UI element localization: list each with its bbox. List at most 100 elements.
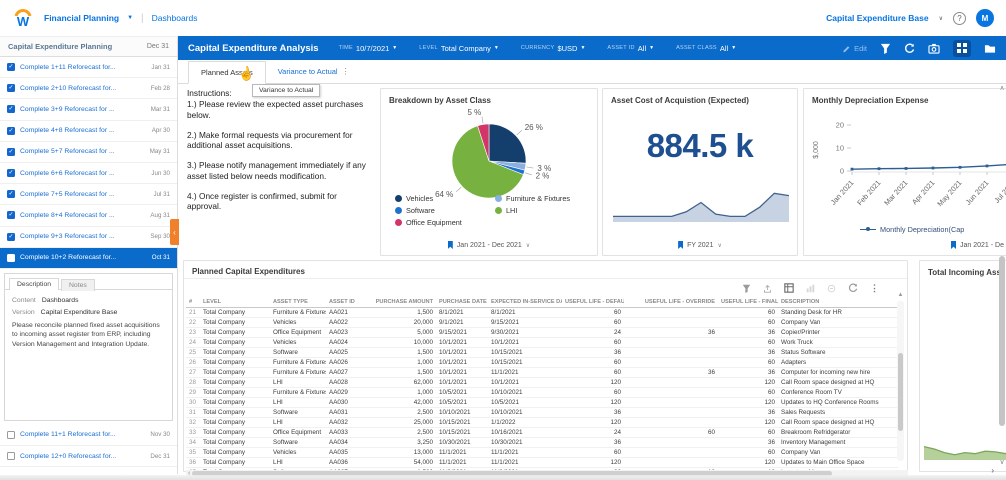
line-chart[interactable]: 20 10 0 $,000 Jan 2021 Feb 2021 Mar 2021 Apr 20…: [804, 105, 1006, 223]
task-item[interactable]: ✓ Complete 5+7 Reforecast for ... May 31: [0, 141, 177, 163]
refresh-icon[interactable]: [904, 43, 915, 54]
task-checkbox[interactable]: ✓: [7, 211, 15, 220]
table-row[interactable]: 24 Total Company Vehicles AA024 10,000 10/1/2…: [186, 337, 898, 348]
column-header[interactable]: LEVEL: [200, 297, 270, 308]
avatar[interactable]: M: [976, 9, 994, 27]
table-row[interactable]: 23 Total Company Office Equipment AA023 5,00…: [186, 327, 898, 338]
pie-chart[interactable]: 26 %3 %2 %64 %5 %: [381, 105, 599, 205]
task-checkbox[interactable]: [7, 253, 15, 262]
task-checkbox[interactable]: ✓: [7, 232, 15, 241]
task-checkbox[interactable]: ✓: [7, 105, 15, 114]
table-row[interactable]: 29 Total Company Furniture & Fixtures AA029…: [186, 387, 898, 398]
task-item[interactable]: ✓ Complete 2+10 Reforecast for... Feb 28: [0, 78, 177, 100]
time-filter[interactable]: Jan 2021 - Dec 2021 ∨: [381, 241, 597, 249]
refresh-icon[interactable]: [848, 283, 858, 293]
task-item[interactable]: ✓ Complete 1+11 Reforecast for... Jan 31: [0, 57, 177, 79]
task-checkbox[interactable]: ✓: [7, 84, 15, 93]
app-window: W Financial Planning ▼ | Dashboards Capi…: [0, 0, 1006, 480]
task-checkbox[interactable]: ✓: [7, 63, 15, 72]
time-filter[interactable]: FY 2021 ∨: [603, 241, 797, 249]
page-vertical-scrollbar[interactable]: ∧ ∨: [998, 84, 1006, 466]
table-cell: 36: [562, 347, 624, 358]
camera-icon[interactable]: [928, 43, 940, 54]
link-icon[interactable]: [827, 284, 836, 293]
scroll-down-icon[interactable]: ∨: [998, 458, 1006, 466]
filter-currency[interactable]: CURRENCY $USD ▼: [521, 44, 586, 53]
table-row[interactable]: 30 Total Company LHI AA030 42,000 10/5/2021 10…: [186, 397, 898, 408]
column-header[interactable]: ASSET TYPE: [270, 297, 326, 308]
tab-variance-to-actual[interactable]: Variance to Actual ⋮: [266, 60, 362, 83]
column-header[interactable]: ASSET ID: [326, 297, 364, 308]
table-cell: 10/5/2021: [488, 397, 562, 408]
column-header[interactable]: PURCHASE AMOUNT: [364, 297, 436, 308]
time-filter[interactable]: Jan 2021 - De: [804, 241, 1006, 249]
filter-asset-id[interactable]: ASSET ID All ▼: [607, 44, 654, 53]
scroll-up-icon[interactable]: ∧: [998, 84, 1006, 92]
table-row[interactable]: 34 Total Company Software AA034 3,250 10/30/2…: [186, 437, 898, 448]
task-item[interactable]: ✓ Complete 8+4 Reforecast for ... Aug 31: [0, 205, 177, 227]
pie-slice-vehicles[interactable]: [488, 123, 527, 164]
table-row[interactable]: 21 Total Company Furniture & Fixtures AA021…: [186, 307, 898, 318]
column-header[interactable]: EXPECTED IN-SERVICE DATE: [488, 297, 562, 308]
tab-notes[interactable]: Notes: [61, 278, 95, 291]
column-header[interactable]: PURCHASE DATE ↑: [436, 297, 488, 308]
column-header[interactable]: USEFUL LIFE - FINAL: [718, 297, 778, 308]
sidebar-collapse-handle[interactable]: ‹: [170, 219, 179, 245]
nav-financial-planning[interactable]: Financial Planning: [44, 13, 119, 23]
task-checkbox[interactable]: ✓: [7, 190, 15, 199]
table-row[interactable]: 27 Total Company Furniture & Fixtures AA027…: [186, 367, 898, 378]
task-checkbox[interactable]: ✓: [7, 169, 15, 178]
kebab-icon[interactable]: ⋮: [342, 67, 350, 76]
column-header[interactable]: USEFUL LIFE - DEFAULT: [562, 297, 624, 308]
task-item[interactable]: ✓ Complete 6+6 Reforecast for ... Jun 30: [0, 162, 177, 185]
filter-label: TIME: [338, 45, 353, 51]
task-checkbox[interactable]: ✓: [7, 147, 15, 156]
task-item[interactable]: ✓ Complete 4+8 Reforecast for ... Apr 30: [0, 120, 177, 142]
table-row[interactable]: 33 Total Company Office Equipment AA033 2,50…: [186, 427, 898, 438]
filter-time[interactable]: TIME 10/7/2021 ▼: [339, 44, 398, 53]
chart-view-icon[interactable]: [806, 284, 815, 293]
task-item[interactable]: Complete 11+1 Reforecast for... Nov 30: [0, 424, 177, 447]
column-header[interactable]: DESCRIPTION: [778, 297, 898, 308]
grid-view-icon[interactable]: [953, 39, 971, 57]
filter-level[interactable]: LEVEL Total Company ▼: [419, 44, 499, 53]
task-checkbox[interactable]: ✓: [7, 126, 15, 135]
task-item[interactable]: Complete 12+0 Reforecast for... Dec 31: [0, 446, 177, 468]
table-row[interactable]: 32 Total Company LHI AA032 25,000 10/15/2021 1…: [186, 417, 898, 428]
table-row[interactable]: 36 Total Company LHI AA036 54,000 11/1/2021 11…: [186, 457, 898, 468]
scroll-up-icon[interactable]: ▲: [897, 292, 904, 298]
task-checkbox[interactable]: [7, 430, 15, 439]
table-row[interactable]: 31 Total Company Software AA031 2,500 10/10/2…: [186, 407, 898, 418]
task-item[interactable]: ✓ Complete 9+3 Reforecast for ... Sep 30: [0, 226, 177, 248]
planned-capex-card: Planned Capital Expenditures ⋮ # LEVEL ASS…: [183, 260, 908, 472]
table-row[interactable]: 35 Total Company Vehicles AA035 13,000 11/1/2…: [186, 447, 898, 458]
table-row[interactable]: 26 Total Company Furniture & Fixtures AA026…: [186, 357, 898, 368]
table-vertical-scrollbar[interactable]: ▲: [897, 292, 904, 461]
task-item[interactable]: ✓ Complete 3+9 Reforecast for ... Mar 31: [0, 99, 177, 121]
scrollbar-thumb[interactable]: [999, 256, 1005, 426]
tab-description[interactable]: Description: [9, 277, 59, 290]
table-view-icon[interactable]: [784, 283, 794, 293]
task-item[interactable]: Complete 10+2 Reforecast for... Oct 31: [0, 247, 177, 269]
version-selector[interactable]: Capital Expenditure Base: [826, 13, 929, 23]
folder-icon[interactable]: [984, 43, 996, 54]
table-row[interactable]: 22 Total Company Vehicles AA022 20,000 9/1/20…: [186, 317, 898, 328]
help-icon[interactable]: ?: [953, 11, 966, 25]
workday-logo-icon[interactable]: W: [12, 7, 34, 29]
table-row[interactable]: 28 Total Company LHI AA028 62,000 10/1/2021 10…: [186, 377, 898, 388]
kebab-icon[interactable]: ⋮: [870, 283, 879, 294]
x-axis-label: Mar 2021: [882, 178, 909, 207]
filter-icon[interactable]: [880, 43, 891, 54]
column-header[interactable]: USEFUL LIFE - OVERRIDE: [624, 297, 718, 308]
task-item[interactable]: ✓ Complete 7+5 Reforecast for ... Jul 31: [0, 184, 177, 206]
nav-dashboards[interactable]: Dashboards: [152, 13, 198, 23]
export-icon[interactable]: [763, 284, 772, 293]
column-header[interactable]: #: [186, 297, 200, 308]
edit-button[interactable]: Edit: [842, 44, 867, 53]
task-checkbox[interactable]: [7, 452, 15, 461]
scrollbar-thumb[interactable]: [898, 353, 903, 431]
filter-icon[interactable]: [742, 284, 751, 293]
filter-asset-class[interactable]: ASSET CLASS All ▼: [676, 44, 736, 53]
table-row[interactable]: 25 Total Company Software AA025 1,500 10/1/20…: [186, 347, 898, 358]
scroll-right-icon[interactable]: ›: [991, 466, 994, 475]
